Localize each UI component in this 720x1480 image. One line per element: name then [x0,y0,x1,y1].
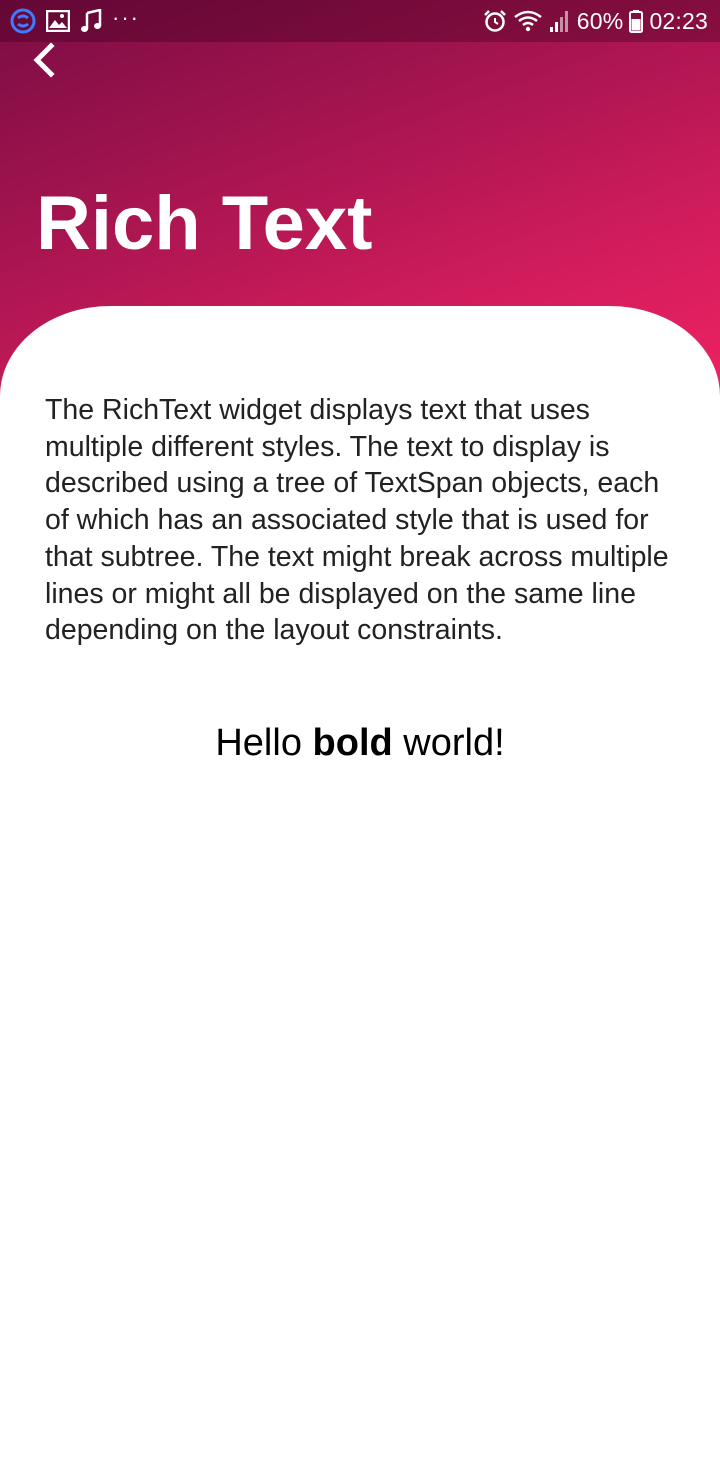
description-text: The RichText widget displays text that u… [45,394,669,647]
rich-text-bold: bold [312,722,393,764]
sync-icon [10,8,36,34]
alarm-icon [483,9,507,33]
more-dots-icon: ··· [112,5,140,30]
status-right-icons: 60% 02:23 [483,7,708,35]
back-button[interactable] [22,40,66,84]
status-left-icons: ··· [10,7,140,35]
signal-icon [549,9,571,33]
page-title: Rich Text [36,181,373,266]
rich-text-regular-after: world! [392,722,505,764]
battery-icon [629,9,644,33]
image-icon [46,10,70,32]
battery-percent: 60% [576,7,624,34]
status-bar: ··· 60% 02:23 [0,0,720,42]
status-time: 02:23 [649,7,708,34]
wifi-icon [513,9,543,33]
chevron-left-icon [29,41,59,83]
rich-text-regular-before: Hello [215,722,313,764]
music-note-icon [80,9,102,33]
rich-text-sample: Hello bold world! [0,722,720,765]
